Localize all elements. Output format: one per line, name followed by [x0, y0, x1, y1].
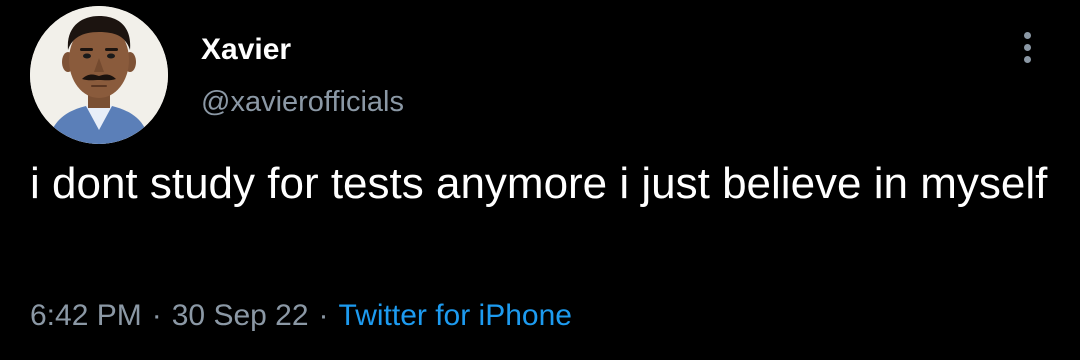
- tweet-text: i dont study for tests anymore i just be…: [30, 159, 1048, 208]
- user-handle[interactable]: @xavierofficials: [201, 82, 404, 122]
- separator: ·: [318, 299, 329, 332]
- tweet-date[interactable]: 30 Sep 22: [172, 299, 309, 332]
- more-options-button[interactable]: [1010, 26, 1046, 66]
- tweet-metadata: 6:42 PM · 30 Sep 22 · Twitter for iPhone: [30, 296, 572, 336]
- profile-photo-icon: [30, 6, 168, 144]
- tweet-time[interactable]: 6:42 PM: [30, 299, 142, 332]
- separator: ·: [151, 299, 162, 332]
- display-name[interactable]: Xavier: [201, 30, 291, 70]
- avatar[interactable]: [30, 6, 168, 144]
- tweet-card: Xavier @xavierofficials i dont study for…: [0, 0, 1080, 360]
- tweet-source-link[interactable]: Twitter for iPhone: [339, 299, 572, 332]
